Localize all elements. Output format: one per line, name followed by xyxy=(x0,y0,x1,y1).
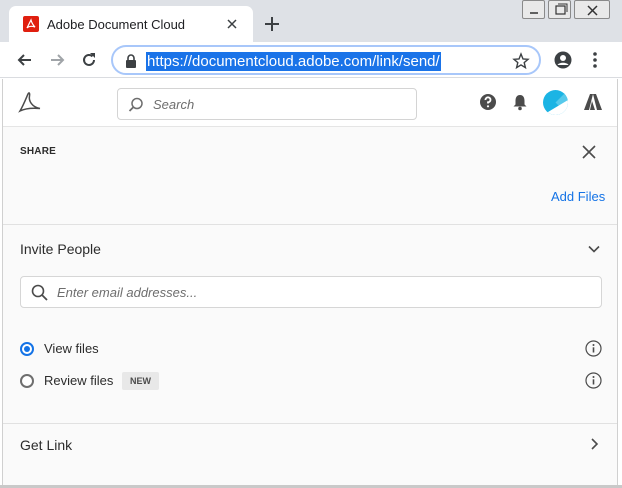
reload-icon[interactable] xyxy=(79,50,99,70)
review-files-option[interactable]: Review files NEW xyxy=(20,371,602,391)
chevron-down-icon[interactable] xyxy=(587,242,601,256)
help-icon[interactable] xyxy=(479,93,497,111)
review-files-label[interactable]: Review files xyxy=(44,373,113,388)
account-icon[interactable] xyxy=(553,50,573,70)
add-files-link[interactable]: Add Files xyxy=(551,189,605,204)
get-link-title[interactable]: Get Link xyxy=(20,437,72,453)
adobe-favicon-icon xyxy=(23,16,39,32)
tab-close-icon[interactable] xyxy=(223,15,241,33)
review-files-radio[interactable] xyxy=(20,374,34,388)
back-icon[interactable] xyxy=(15,50,35,70)
search-box[interactable]: Search xyxy=(117,88,417,120)
email-input[interactable]: Enter email addresses... xyxy=(20,276,602,308)
search-icon xyxy=(128,97,143,112)
browser-toolbar: https://documentcloud.adobe.com/link/sen… xyxy=(0,42,622,78)
lock-icon[interactable] xyxy=(125,54,137,68)
view-files-option[interactable]: View files xyxy=(20,339,602,359)
view-files-radio[interactable] xyxy=(20,342,34,356)
menu-icon[interactable] xyxy=(585,50,605,70)
close-icon[interactable] xyxy=(580,143,598,161)
bell-icon[interactable] xyxy=(511,93,529,111)
share-title: SHARE xyxy=(20,146,57,157)
info-icon[interactable] xyxy=(585,340,602,357)
avatar[interactable] xyxy=(543,90,568,115)
url-text[interactable]: https://documentcloud.adobe.com/link/sen… xyxy=(146,52,441,71)
acrobat-logo[interactable] xyxy=(17,90,43,116)
browser-titlebar: Adobe Document Cloud xyxy=(0,0,622,42)
adobe-logo[interactable] xyxy=(583,92,603,112)
minimize-button[interactable] xyxy=(522,0,545,19)
chevron-right-icon[interactable] xyxy=(589,437,601,451)
app-frame: Search SHARE Add Files Invite People Ent… xyxy=(2,79,618,488)
info-icon[interactable] xyxy=(585,372,602,389)
invite-people-title[interactable]: Invite People xyxy=(20,241,101,257)
address-bar[interactable]: https://documentcloud.adobe.com/link/sen… xyxy=(111,45,541,75)
tab-title: Adobe Document Cloud xyxy=(47,17,186,32)
app-header: Search xyxy=(3,79,617,127)
browser-tab[interactable]: Adobe Document Cloud xyxy=(9,6,253,42)
window-controls xyxy=(522,0,616,19)
star-icon[interactable] xyxy=(512,52,530,70)
divider xyxy=(3,224,617,225)
restore-button[interactable] xyxy=(548,0,571,19)
new-tab-icon[interactable] xyxy=(262,14,282,34)
forward-icon[interactable] xyxy=(47,50,67,70)
email-placeholder: Enter email addresses... xyxy=(57,285,198,300)
search-icon xyxy=(31,284,48,301)
view-files-label[interactable]: View files xyxy=(44,341,99,356)
window-close-button[interactable] xyxy=(574,0,610,19)
new-badge: NEW xyxy=(122,372,159,390)
search-placeholder: Search xyxy=(153,97,195,112)
divider xyxy=(3,423,617,424)
